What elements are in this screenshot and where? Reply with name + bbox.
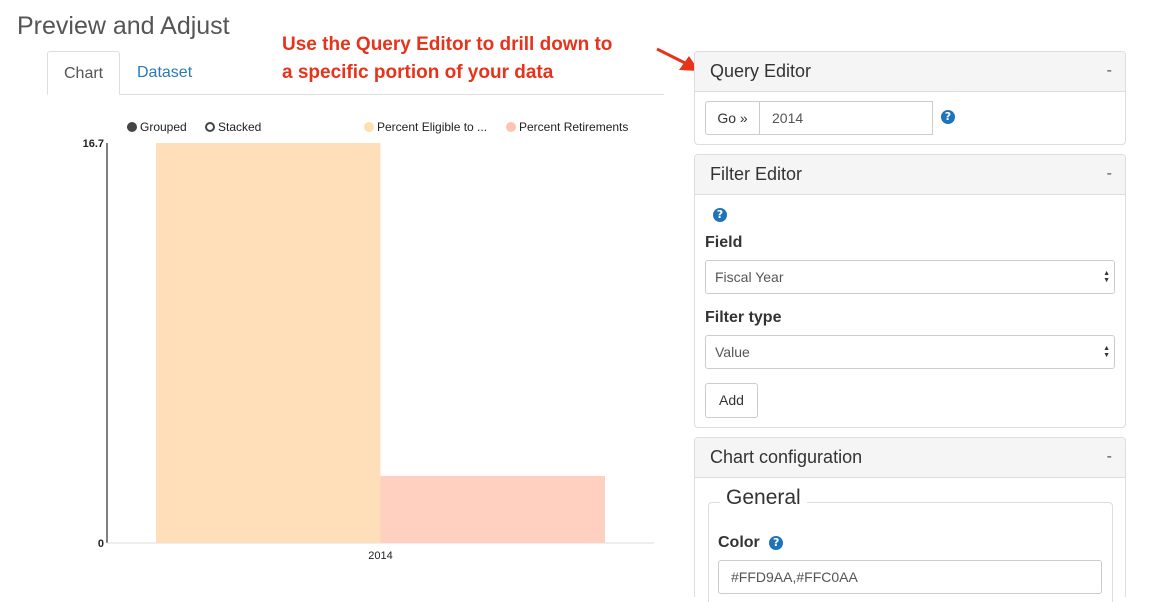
field-label: Field	[705, 234, 743, 251]
general-section-title: General	[720, 486, 807, 510]
question-circle-icon[interactable]: ?	[941, 110, 955, 124]
question-circle-icon[interactable]: ?	[713, 208, 727, 222]
filter-editor-collapse-button[interactable]: -	[1107, 165, 1112, 183]
query-editor-panel: Query Editor - Go » 2014 ?	[694, 51, 1126, 145]
y-tick-label: 16.7	[83, 138, 104, 150]
callout-line-2: a specific portion of your data	[282, 62, 554, 83]
select-caret-icon: ▲ ▼	[1103, 270, 1110, 284]
chart-config-panel: Chart configuration - General Color ? #F…	[694, 437, 1126, 602]
query-editor-header: Query Editor -	[695, 52, 1125, 92]
filter-editor-header: Filter Editor -	[695, 155, 1125, 195]
chart-config-title: Chart configuration	[710, 447, 863, 467]
color-label: Color ?	[718, 534, 784, 552]
color-label-text: Color	[718, 534, 760, 551]
query-editor-collapse-button[interactable]: -	[1107, 62, 1112, 80]
callout-annotation: Use the Query Editor to drill down to a …	[282, 31, 662, 87]
filter-type-select[interactable]: Value ▲ ▼	[705, 335, 1115, 369]
chart-config-header: Chart configuration -	[695, 438, 1125, 478]
query-input[interactable]: 2014	[759, 101, 933, 135]
page-title: Preview and Adjust	[17, 12, 230, 40]
filter-editor-panel: Filter Editor - ? Field Fiscal Year ▲ ▼ F…	[694, 154, 1126, 428]
bar-1[interactable]	[156, 143, 381, 543]
filter-editor-title: Filter Editor	[710, 164, 803, 184]
bar-2[interactable]	[380, 475, 606, 543]
query-editor-title: Query Editor	[710, 61, 812, 81]
y-tick-label: 0	[98, 538, 104, 550]
add-filter-button[interactable]: Add	[705, 383, 758, 418]
color-input[interactable]: #FFD9AA,#FFC0AA	[718, 560, 1102, 594]
select-caret-icon: ▲ ▼	[1103, 345, 1110, 359]
x-tick-label: 2014	[368, 550, 392, 562]
chart-config-collapse-button[interactable]: -	[1107, 448, 1112, 466]
filter-type-select-value: Value	[715, 344, 750, 360]
go-button[interactable]: Go »	[705, 101, 760, 135]
bar-chart: 2014 0 16.7	[83, 138, 654, 562]
question-circle-icon[interactable]: ?	[769, 536, 784, 550]
tab-chart[interactable]: Chart	[47, 51, 120, 95]
field-select[interactable]: Fiscal Year ▲ ▼	[705, 260, 1115, 294]
tab-dataset[interactable]: Dataset	[121, 51, 208, 95]
filter-type-label: Filter type	[705, 309, 782, 326]
callout-line-1: Use the Query Editor to drill down to	[282, 34, 613, 55]
field-select-value: Fiscal Year	[715, 269, 784, 285]
